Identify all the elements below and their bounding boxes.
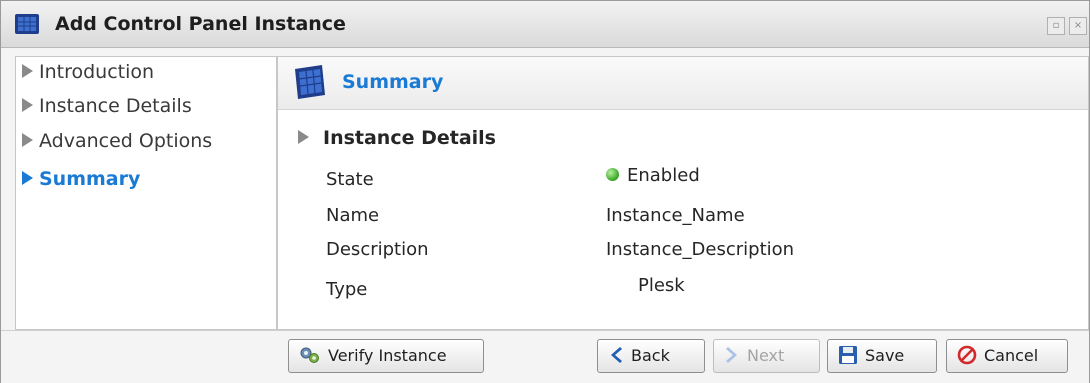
verify-instance-button[interactable]: Verify Instance [288, 339, 484, 373]
panel-title: Summary [342, 71, 444, 93]
wizard-footer: Verify Instance Back Next Save Cancel [1, 330, 1089, 383]
section-heading-label: Instance Details [323, 127, 496, 149]
minimize-button[interactable]: ▫ [1047, 17, 1065, 35]
back-label: Back [631, 346, 670, 365]
triangle-right-icon [22, 64, 33, 78]
next-button[interactable]: Next [713, 339, 820, 373]
verify-instance-label: Verify Instance [328, 346, 447, 365]
sidebar-item-label: Advanced Options [39, 130, 213, 152]
sidebar-item-label: Summary [39, 168, 141, 190]
control-panel-icon [15, 14, 39, 34]
title-bar: Add Control Panel Instance ▫ × [1, 1, 1089, 48]
triangle-right-icon [298, 130, 309, 144]
sidebar-item-advanced-options[interactable]: Advanced Options [22, 130, 212, 158]
control-panel-icon [295, 65, 325, 99]
section-heading: Instance Details [298, 127, 496, 149]
cancel-button[interactable]: Cancel [946, 339, 1068, 373]
name-label: Name [326, 205, 380, 226]
chevron-left-icon [611, 347, 622, 363]
save-button[interactable]: Save [827, 339, 937, 373]
state-value-text: Enabled [627, 165, 700, 186]
status-enabled-icon [606, 168, 619, 181]
sidebar-item-label: Introduction [39, 61, 155, 83]
type-label: Type [326, 279, 368, 300]
cancel-label: Cancel [984, 346, 1039, 365]
wizard-steps-sidebar: Introduction Instance Details Advanced O… [15, 56, 277, 330]
description-value: Instance_Description [606, 239, 795, 260]
panel-header: Summary [278, 57, 1088, 110]
type-value: Plesk [638, 275, 685, 296]
close-button[interactable]: × [1069, 17, 1087, 35]
state-label: State [326, 169, 374, 190]
sidebar-item-label: Instance Details [39, 95, 192, 117]
description-label: Description [326, 239, 429, 260]
sidebar-item-instance-details[interactable]: Instance Details [22, 95, 192, 123]
summary-panel: Summary Instance Details State Enabled N… [277, 56, 1089, 330]
sidebar-item-introduction[interactable]: Introduction [22, 61, 154, 89]
chevron-right-icon [726, 347, 737, 363]
wizard-window: Add Control Panel Instance ▫ × Introduct… [0, 0, 1090, 383]
verify-gears-icon [300, 347, 319, 363]
save-label: Save [865, 346, 905, 365]
triangle-right-icon [22, 133, 33, 147]
state-value: Enabled [606, 165, 700, 186]
sidebar-item-summary[interactable]: Summary [22, 168, 140, 196]
triangle-right-icon [22, 98, 33, 112]
next-label: Next [747, 346, 785, 365]
triangle-right-icon [22, 171, 33, 185]
name-value: Instance_Name [606, 205, 745, 226]
back-button[interactable]: Back [597, 339, 705, 373]
cancel-icon [957, 345, 977, 365]
window-title: Add Control Panel Instance [55, 13, 346, 35]
floppy-disk-icon [839, 346, 857, 364]
